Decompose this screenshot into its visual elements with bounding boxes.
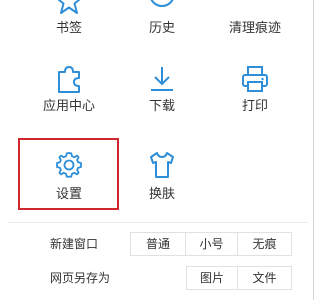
new-window-incognito-button[interactable]: 无痕 xyxy=(238,232,292,256)
menu-item-skin[interactable]: 换肤 xyxy=(111,140,213,230)
save-as-image-button[interactable]: 图片 xyxy=(186,266,238,290)
clear-traces-icon xyxy=(240,0,270,16)
menu-item-label: 下载 xyxy=(148,98,175,113)
history-icon xyxy=(147,0,177,16)
printer-icon xyxy=(240,64,270,94)
menu-item-label: 书签 xyxy=(55,20,82,35)
divider xyxy=(8,222,308,223)
new-window-normal-button[interactable]: 普通 xyxy=(130,232,186,256)
menu-item-label: 历史 xyxy=(148,20,175,35)
star-icon xyxy=(54,0,84,16)
menu-item-label: 清理痕迹 xyxy=(228,20,281,35)
shirt-icon xyxy=(147,150,177,180)
browser-menu-panel: 书签 历史 清理痕迹 应用中心 下载 打印 设置 换肤 新建窗口 普通 小号 无… xyxy=(0,0,314,300)
menu-item-label: 应用中心 xyxy=(42,98,95,113)
save-as-file-button[interactable]: 文件 xyxy=(238,266,292,290)
menu-item-label: 打印 xyxy=(241,98,268,113)
menu-item-downloads[interactable]: 下载 xyxy=(111,56,213,146)
puzzle-icon xyxy=(54,64,84,94)
download-icon xyxy=(147,64,177,94)
new-window-label: 新建窗口 xyxy=(50,237,99,251)
menu-item-label: 换肤 xyxy=(148,186,175,201)
menu-item-print[interactable]: 打印 xyxy=(204,56,306,146)
save-page-label: 网页另存为 xyxy=(50,271,111,285)
new-window-small-button[interactable]: 小号 xyxy=(186,232,238,256)
menu-item-app-center[interactable]: 应用中心 xyxy=(18,56,120,146)
settings-highlight-box xyxy=(18,138,119,210)
